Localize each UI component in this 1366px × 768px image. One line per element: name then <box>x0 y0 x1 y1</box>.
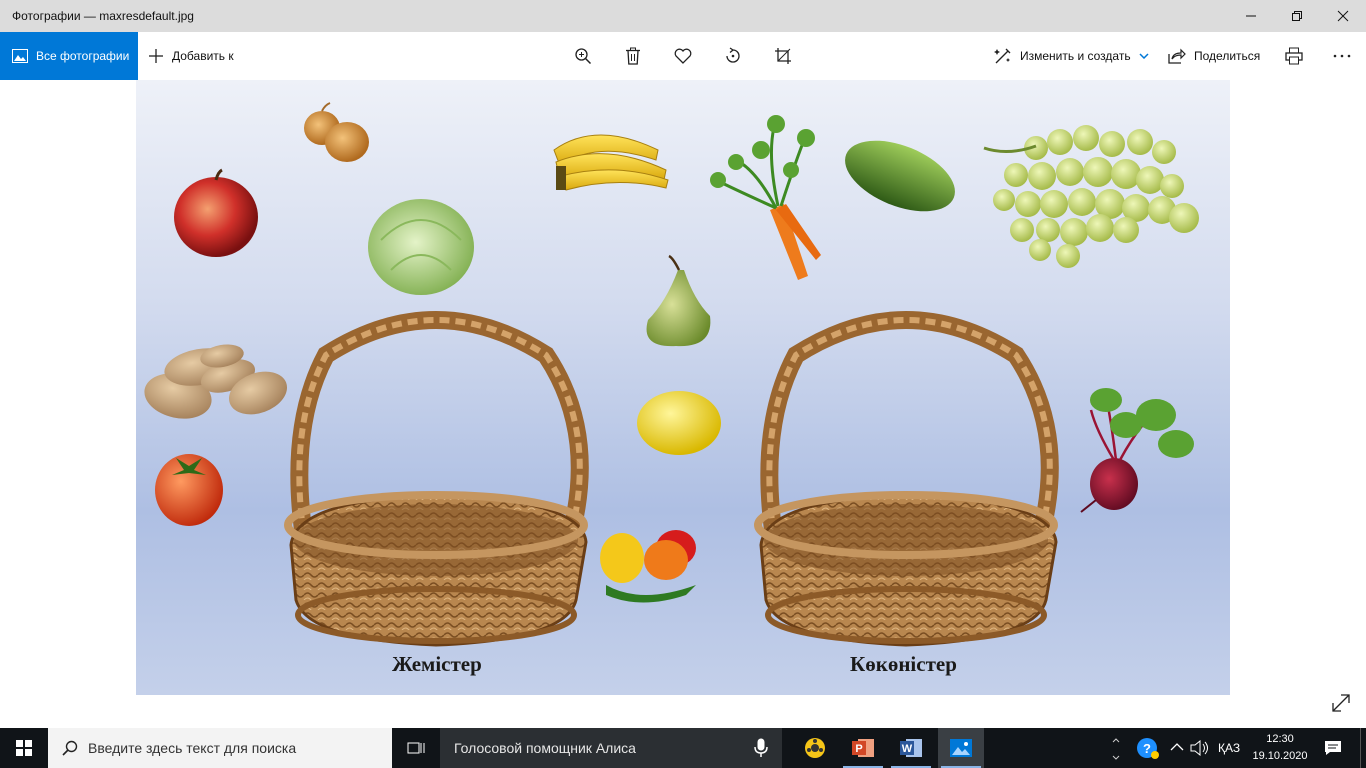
photos-app-icon <box>950 739 972 757</box>
notification-icon <box>1325 741 1341 755</box>
taskbar-app-media[interactable] <box>792 728 838 768</box>
delete-icon <box>626 47 640 65</box>
photo-scene <box>144 102 1199 647</box>
rotate-button[interactable] <box>721 44 745 68</box>
lemon-image <box>637 391 721 455</box>
minimize-icon <box>1246 15 1256 17</box>
all-photos-label: Все фотографии <box>36 49 130 63</box>
photo-viewer: Жемістер Көкөністер <box>0 80 1366 728</box>
language-indicator[interactable]: ҚАЗ <box>1218 741 1240 755</box>
grapes-image <box>993 125 1199 268</box>
taskbar-app-photos[interactable] <box>938 728 984 768</box>
notifications-button[interactable] <box>1318 728 1348 768</box>
right-basket-image <box>754 311 1059 647</box>
taskbar-search[interactable]: Введите здесь текст для поиска <box>48 728 392 768</box>
restore-button[interactable] <box>1274 0 1320 32</box>
cabbage-image <box>368 199 474 295</box>
search-placeholder: Введите здесь текст для поиска <box>88 740 297 756</box>
start-button[interactable] <box>0 728 48 768</box>
delete-button[interactable] <box>621 44 645 68</box>
media-app-icon <box>805 738 825 758</box>
taskbar-app-powerpoint[interactable]: P <box>840 728 886 768</box>
chevron-up-icon[interactable] <box>1170 742 1184 752</box>
add-to-label: Добавить к <box>172 49 234 63</box>
apple-image <box>174 168 258 257</box>
svg-text:?: ? <box>1143 741 1151 756</box>
help-icon[interactable]: ? <box>1136 737 1160 759</box>
taskbar-app-word[interactable]: W <box>888 728 934 768</box>
clock-time: 12:30 <box>1266 733 1294 745</box>
microphone-icon[interactable] <box>754 738 768 758</box>
edit-create-label: Изменить и создать <box>1020 49 1131 63</box>
powerpoint-icon: P <box>852 739 874 757</box>
restore-icon <box>1292 11 1302 21</box>
search-icon <box>62 740 78 756</box>
fruits-basket-label: Жемістер <box>392 652 482 676</box>
close-button[interactable] <box>1320 0 1366 32</box>
scroll-arrows-icon[interactable] <box>1112 732 1120 764</box>
bell-peppers-image <box>600 530 696 603</box>
task-view-icon <box>407 742 425 754</box>
volume-icon[interactable] <box>1190 740 1210 756</box>
show-desktop-button[interactable] <box>1360 728 1366 768</box>
plus-icon <box>149 49 163 63</box>
carrot-image <box>710 115 821 280</box>
window-title: Фотографии — maxresdefault.jpg <box>12 9 194 23</box>
svg-text:W: W <box>902 743 913 755</box>
share-label: Поделиться <box>1194 49 1261 63</box>
onion-image <box>304 102 369 162</box>
left-basket-image <box>284 311 589 647</box>
zoom-in-icon <box>575 48 592 65</box>
more-button[interactable] <box>1330 44 1354 68</box>
crop-button[interactable] <box>771 44 795 68</box>
more-icon <box>1333 54 1351 58</box>
tomato-image <box>155 454 223 526</box>
vegetables-basket-label: Көкөністер <box>850 652 957 676</box>
alice-label: Голосовой помощник Алиса <box>454 740 636 756</box>
svg-text:P: P <box>855 743 862 755</box>
cucumber-image <box>845 140 955 212</box>
expand-icon <box>1332 694 1350 712</box>
title-bar: Фотографии — maxresdefault.jpg <box>0 0 1366 32</box>
photo-icon <box>12 49 28 63</box>
potato-image <box>144 344 288 419</box>
crop-icon <box>775 48 791 64</box>
beetroot-image <box>1080 388 1194 513</box>
word-icon: W <box>900 739 922 757</box>
command-bar: Все фотографии Добавить к Изменить и соз… <box>0 32 1366 80</box>
minimize-button[interactable] <box>1228 0 1274 32</box>
windows-logo-icon <box>16 740 32 756</box>
share-icon <box>1168 48 1186 64</box>
pear-image <box>646 254 711 347</box>
chevron-down-icon <box>1139 53 1149 59</box>
all-photos-button[interactable]: Все фотографии <box>0 32 138 80</box>
photo-canvas[interactable]: Жемістер Көкөністер <box>136 80 1230 695</box>
print-icon <box>1285 47 1303 65</box>
zoom-in-button[interactable] <box>571 44 595 68</box>
favorite-icon <box>674 48 692 64</box>
banana-image <box>553 134 669 191</box>
alice-assistant-box[interactable]: Голосовой помощник Алиса <box>440 728 782 768</box>
print-button[interactable] <box>1282 44 1306 68</box>
fullscreen-button[interactable] <box>1330 692 1354 716</box>
edit-create-icon <box>994 48 1011 64</box>
add-to-button[interactable]: Добавить к <box>148 32 234 80</box>
clock-date: 19.10.2020 <box>1252 750 1308 762</box>
favorite-button[interactable] <box>671 44 695 68</box>
edit-create-button[interactable]: Изменить и создать <box>994 32 1157 80</box>
taskbar: Введите здесь текст для поиска Голосовой… <box>0 728 1366 768</box>
task-view-button[interactable] <box>398 728 434 768</box>
rotate-icon <box>726 47 740 63</box>
close-icon <box>1337 10 1349 22</box>
clock[interactable]: 12:30 19.10.2020 <box>1248 731 1312 765</box>
share-button[interactable]: Поделиться <box>1168 32 1260 80</box>
